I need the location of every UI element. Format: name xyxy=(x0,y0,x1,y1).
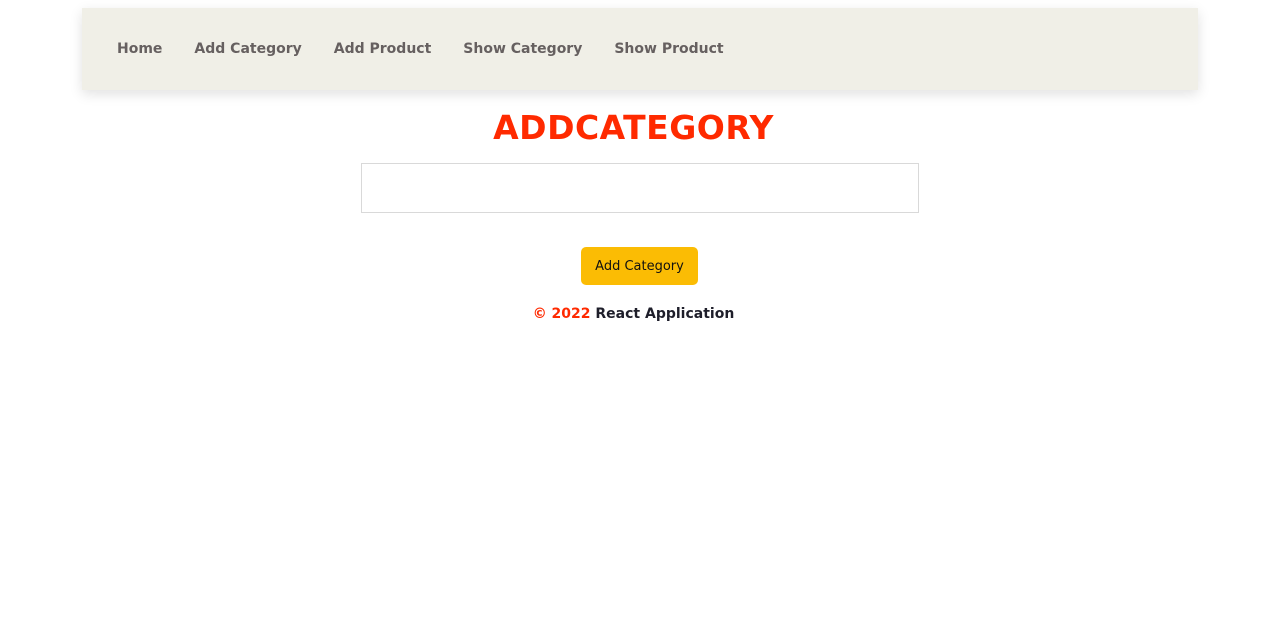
nav-link-add-category[interactable]: Add Category xyxy=(178,41,317,57)
category-name-input[interactable] xyxy=(361,163,919,213)
nav-link-show-product[interactable]: Show Product xyxy=(598,41,739,57)
footer-app-name: React Application xyxy=(595,306,735,322)
footer: © 2022 React Application xyxy=(0,306,1267,322)
top-navbar: Home Add Category Add Product Show Categ… xyxy=(82,8,1198,90)
nav-link-add-product[interactable]: Add Product xyxy=(318,41,448,57)
footer-copyright: © 2022 xyxy=(532,306,591,322)
page-title: ADDCATEGORY xyxy=(493,108,774,147)
nav-link-show-category[interactable]: Show Category xyxy=(447,41,598,57)
add-category-button[interactable]: Add Category xyxy=(581,247,698,285)
nav-link-home[interactable]: Home xyxy=(101,41,178,57)
